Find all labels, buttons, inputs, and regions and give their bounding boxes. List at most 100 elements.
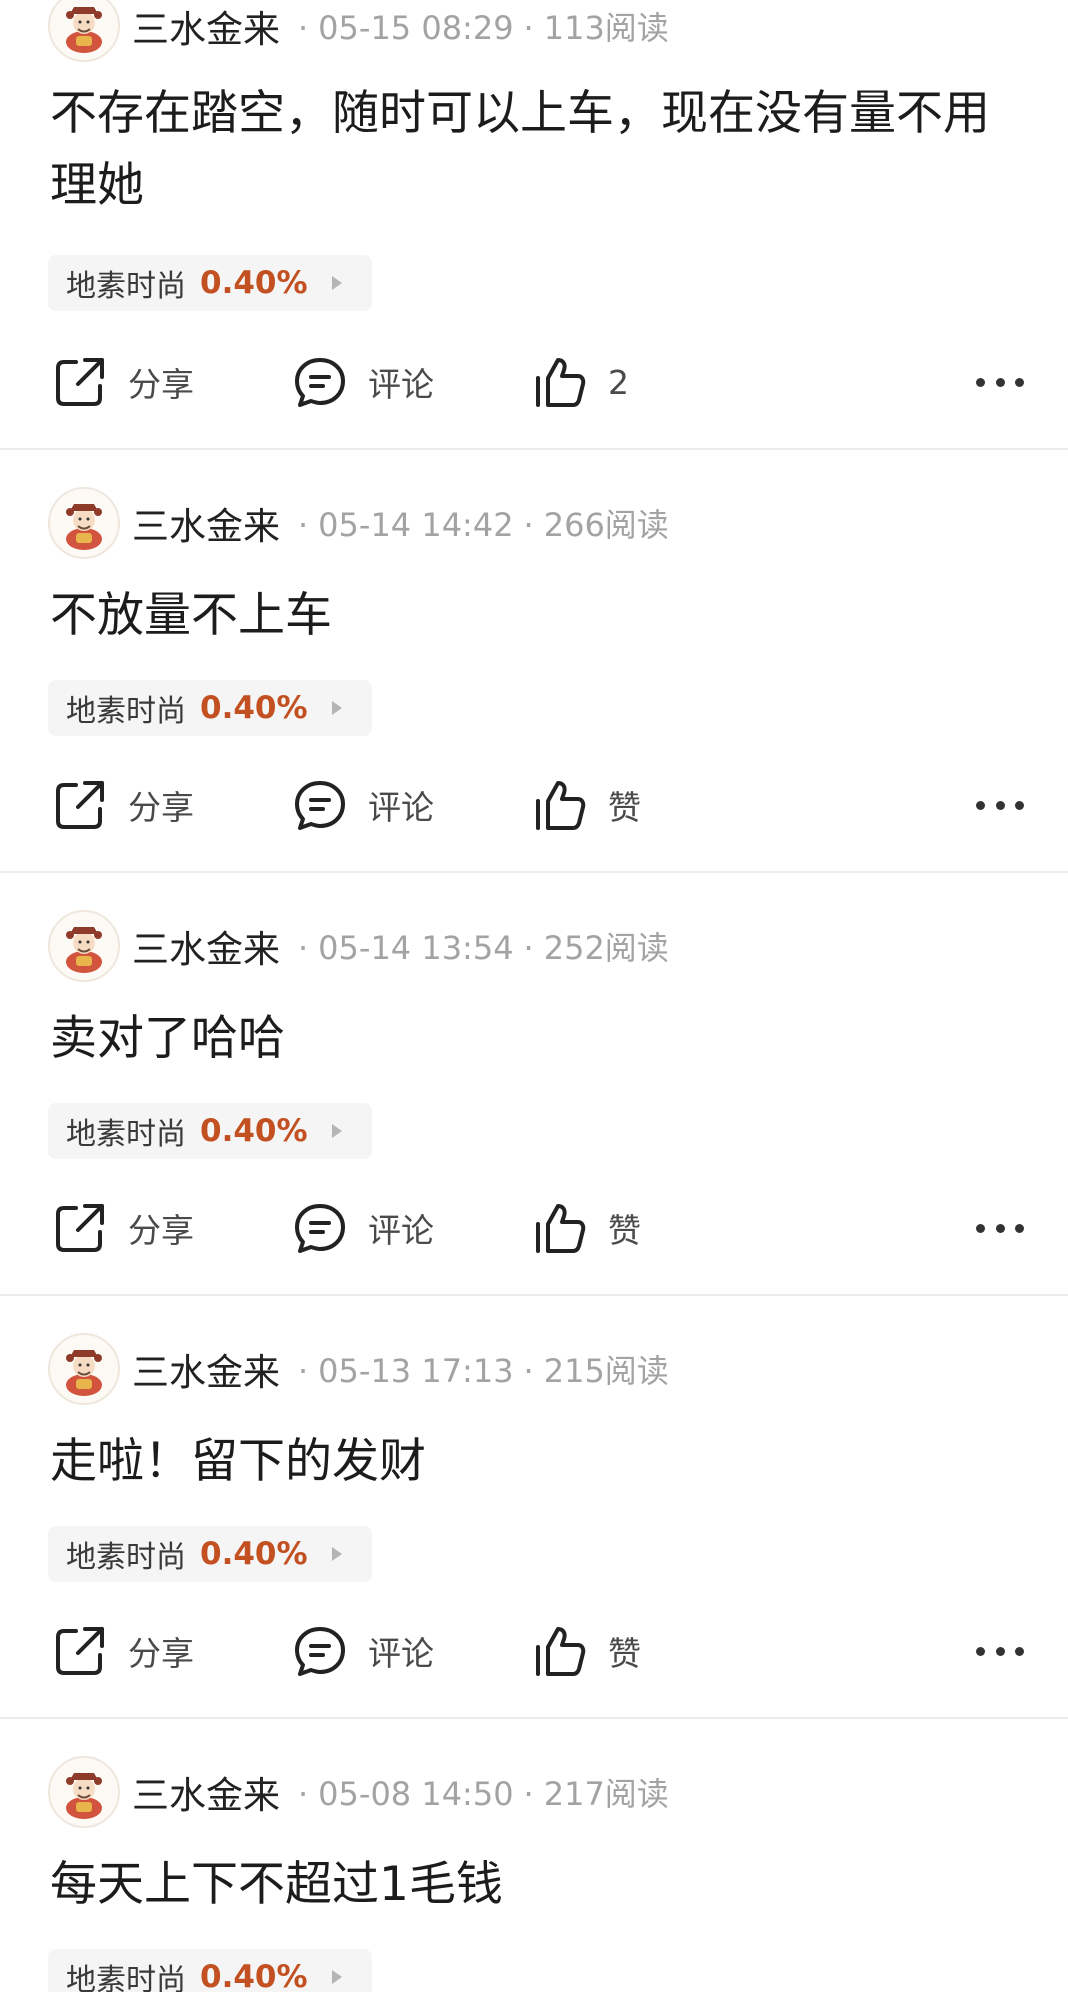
like-button[interactable]: 赞 [532, 1621, 641, 1681]
more-button[interactable] [976, 1218, 1024, 1238]
chevron-right-icon [332, 701, 342, 715]
post-header: 三水金来 ·05-08 14:50·217阅读 [48, 1756, 669, 1828]
action-bar: 分享 评论 赞 [0, 1621, 1068, 1681]
post-text[interactable]: 卖对了哈哈 [50, 1003, 1030, 1075]
user-avatar[interactable] [48, 910, 120, 982]
stock-tag[interactable]: 地素时尚 0.40% [48, 1103, 372, 1159]
stock-change: 0.40% [200, 1113, 308, 1149]
post-header: 三水金来 ·05-15 08:29·113阅读 [48, 0, 669, 62]
author-name[interactable]: 三水金来 [132, 496, 280, 550]
post-card[interactable]: 三水金来 ·05-15 08:29·113阅读 不存在踏空，随时可以上车，现在没… [0, 0, 1068, 450]
share-label: 分享 [128, 781, 194, 829]
read-count: 113阅读 [544, 9, 669, 47]
post-meta: ·05-15 08:29·113阅读 [288, 3, 669, 49]
share-icon [52, 1200, 108, 1256]
post-text[interactable]: 每天上下不超过1毛钱 [50, 1849, 1030, 1921]
comment-label: 评论 [368, 1627, 434, 1675]
post-time: 05-14 13:54 [318, 929, 513, 967]
stock-change: 0.40% [200, 690, 308, 726]
post-header: 三水金来 ·05-14 13:54·252阅读 [48, 910, 669, 982]
stock-name: 地素时尚 [66, 686, 186, 730]
more-button[interactable] [976, 1641, 1024, 1661]
share-button[interactable]: 分享 [52, 352, 194, 412]
read-count: 215阅读 [544, 1352, 669, 1390]
post-card[interactable]: 三水金来 ·05-08 14:50·217阅读 每天上下不超过1毛钱 地素时尚 … [0, 1719, 1068, 1992]
post-text[interactable]: 不放量不上车 [50, 580, 1030, 652]
stock-change: 0.40% [200, 1536, 308, 1572]
comment-label: 评论 [368, 1204, 434, 1252]
like-label: 赞 [608, 1204, 641, 1252]
like-button[interactable]: 2 [532, 352, 629, 412]
comment-button[interactable]: 评论 [292, 1621, 434, 1681]
post-text[interactable]: 走啦！留下的发财 [50, 1426, 1030, 1498]
comment-icon [292, 777, 348, 833]
chevron-right-icon [332, 1547, 342, 1561]
user-avatar[interactable] [48, 0, 120, 62]
post-card[interactable]: 三水金来 ·05-14 14:42·266阅读 不放量不上车 地素时尚 0.40… [0, 450, 1068, 873]
comment-label: 评论 [368, 358, 434, 406]
author-name[interactable]: 三水金来 [132, 919, 280, 973]
post-time: 05-13 17:13 [318, 1352, 513, 1390]
post-meta: ·05-14 13:54·252阅读 [288, 923, 669, 969]
share-label: 分享 [128, 358, 194, 406]
more-button[interactable] [976, 795, 1024, 815]
post-time: 05-14 14:42 [318, 506, 513, 544]
more-icon [976, 378, 985, 387]
post-feed: 三水金来 ·05-15 08:29·113阅读 不存在踏空，随时可以上车，现在没… [0, 0, 1068, 1992]
stock-name: 地素时尚 [66, 261, 186, 305]
read-count: 266阅读 [544, 506, 669, 544]
thumbs-up-icon [532, 1623, 588, 1679]
author-name[interactable]: 三水金来 [132, 1342, 280, 1396]
comment-button[interactable]: 评论 [292, 352, 434, 412]
action-bar: 分享 评论 2 [0, 352, 1068, 412]
chevron-right-icon [332, 1970, 342, 1984]
user-avatar[interactable] [48, 1756, 120, 1828]
stock-name: 地素时尚 [66, 1532, 186, 1576]
like-label: 赞 [608, 1627, 641, 1675]
post-meta: ·05-08 14:50·217阅读 [288, 1769, 669, 1815]
share-icon [52, 1623, 108, 1679]
post-text[interactable]: 不存在踏空，随时可以上车，现在没有量不用理她 [50, 78, 1030, 222]
stock-tag[interactable]: 地素时尚 0.40% [48, 680, 372, 736]
user-avatar[interactable] [48, 1333, 120, 1405]
post-card[interactable]: 三水金来 ·05-14 13:54·252阅读 卖对了哈哈 地素时尚 0.40%… [0, 873, 1068, 1296]
share-icon [52, 777, 108, 833]
read-count: 252阅读 [544, 929, 669, 967]
comment-icon [292, 354, 348, 410]
read-count: 217阅读 [544, 1775, 669, 1813]
more-icon [976, 1647, 985, 1656]
share-button[interactable]: 分享 [52, 1198, 194, 1258]
post-meta: ·05-13 17:13·215阅读 [288, 1346, 669, 1392]
post-header: 三水金来 ·05-14 14:42·266阅读 [48, 487, 669, 559]
share-button[interactable]: 分享 [52, 1621, 194, 1681]
author-name[interactable]: 三水金来 [132, 0, 280, 53]
stock-change: 0.40% [200, 1959, 308, 1992]
share-label: 分享 [128, 1627, 194, 1675]
stock-tag[interactable]: 地素时尚 0.40% [48, 1526, 372, 1582]
stock-name: 地素时尚 [66, 1109, 186, 1153]
share-button[interactable]: 分享 [52, 775, 194, 835]
post-time: 05-15 08:29 [318, 9, 513, 47]
action-bar: 分享 评论 赞 [0, 1198, 1068, 1258]
comment-button[interactable]: 评论 [292, 1198, 434, 1258]
stock-name: 地素时尚 [66, 1955, 186, 1992]
thumbs-up-icon [532, 1200, 588, 1256]
stock-tag[interactable]: 地素时尚 0.40% [48, 1949, 372, 1992]
comment-button[interactable]: 评论 [292, 775, 434, 835]
comment-label: 评论 [368, 781, 434, 829]
author-name[interactable]: 三水金来 [132, 1765, 280, 1819]
comment-icon [292, 1623, 348, 1679]
chevron-right-icon [332, 1124, 342, 1138]
thumbs-up-icon [532, 777, 588, 833]
user-avatar[interactable] [48, 487, 120, 559]
stock-change: 0.40% [200, 265, 308, 301]
post-card[interactable]: 三水金来 ·05-13 17:13·215阅读 走啦！留下的发财 地素时尚 0.… [0, 1296, 1068, 1719]
like-button[interactable]: 赞 [532, 775, 641, 835]
more-button[interactable] [976, 372, 1024, 392]
action-bar: 分享 评论 赞 [0, 775, 1068, 835]
like-button[interactable]: 赞 [532, 1198, 641, 1258]
post-time: 05-08 14:50 [318, 1775, 513, 1813]
stock-tag[interactable]: 地素时尚 0.40% [48, 255, 372, 311]
post-header: 三水金来 ·05-13 17:13·215阅读 [48, 1333, 669, 1405]
share-icon [52, 354, 108, 410]
